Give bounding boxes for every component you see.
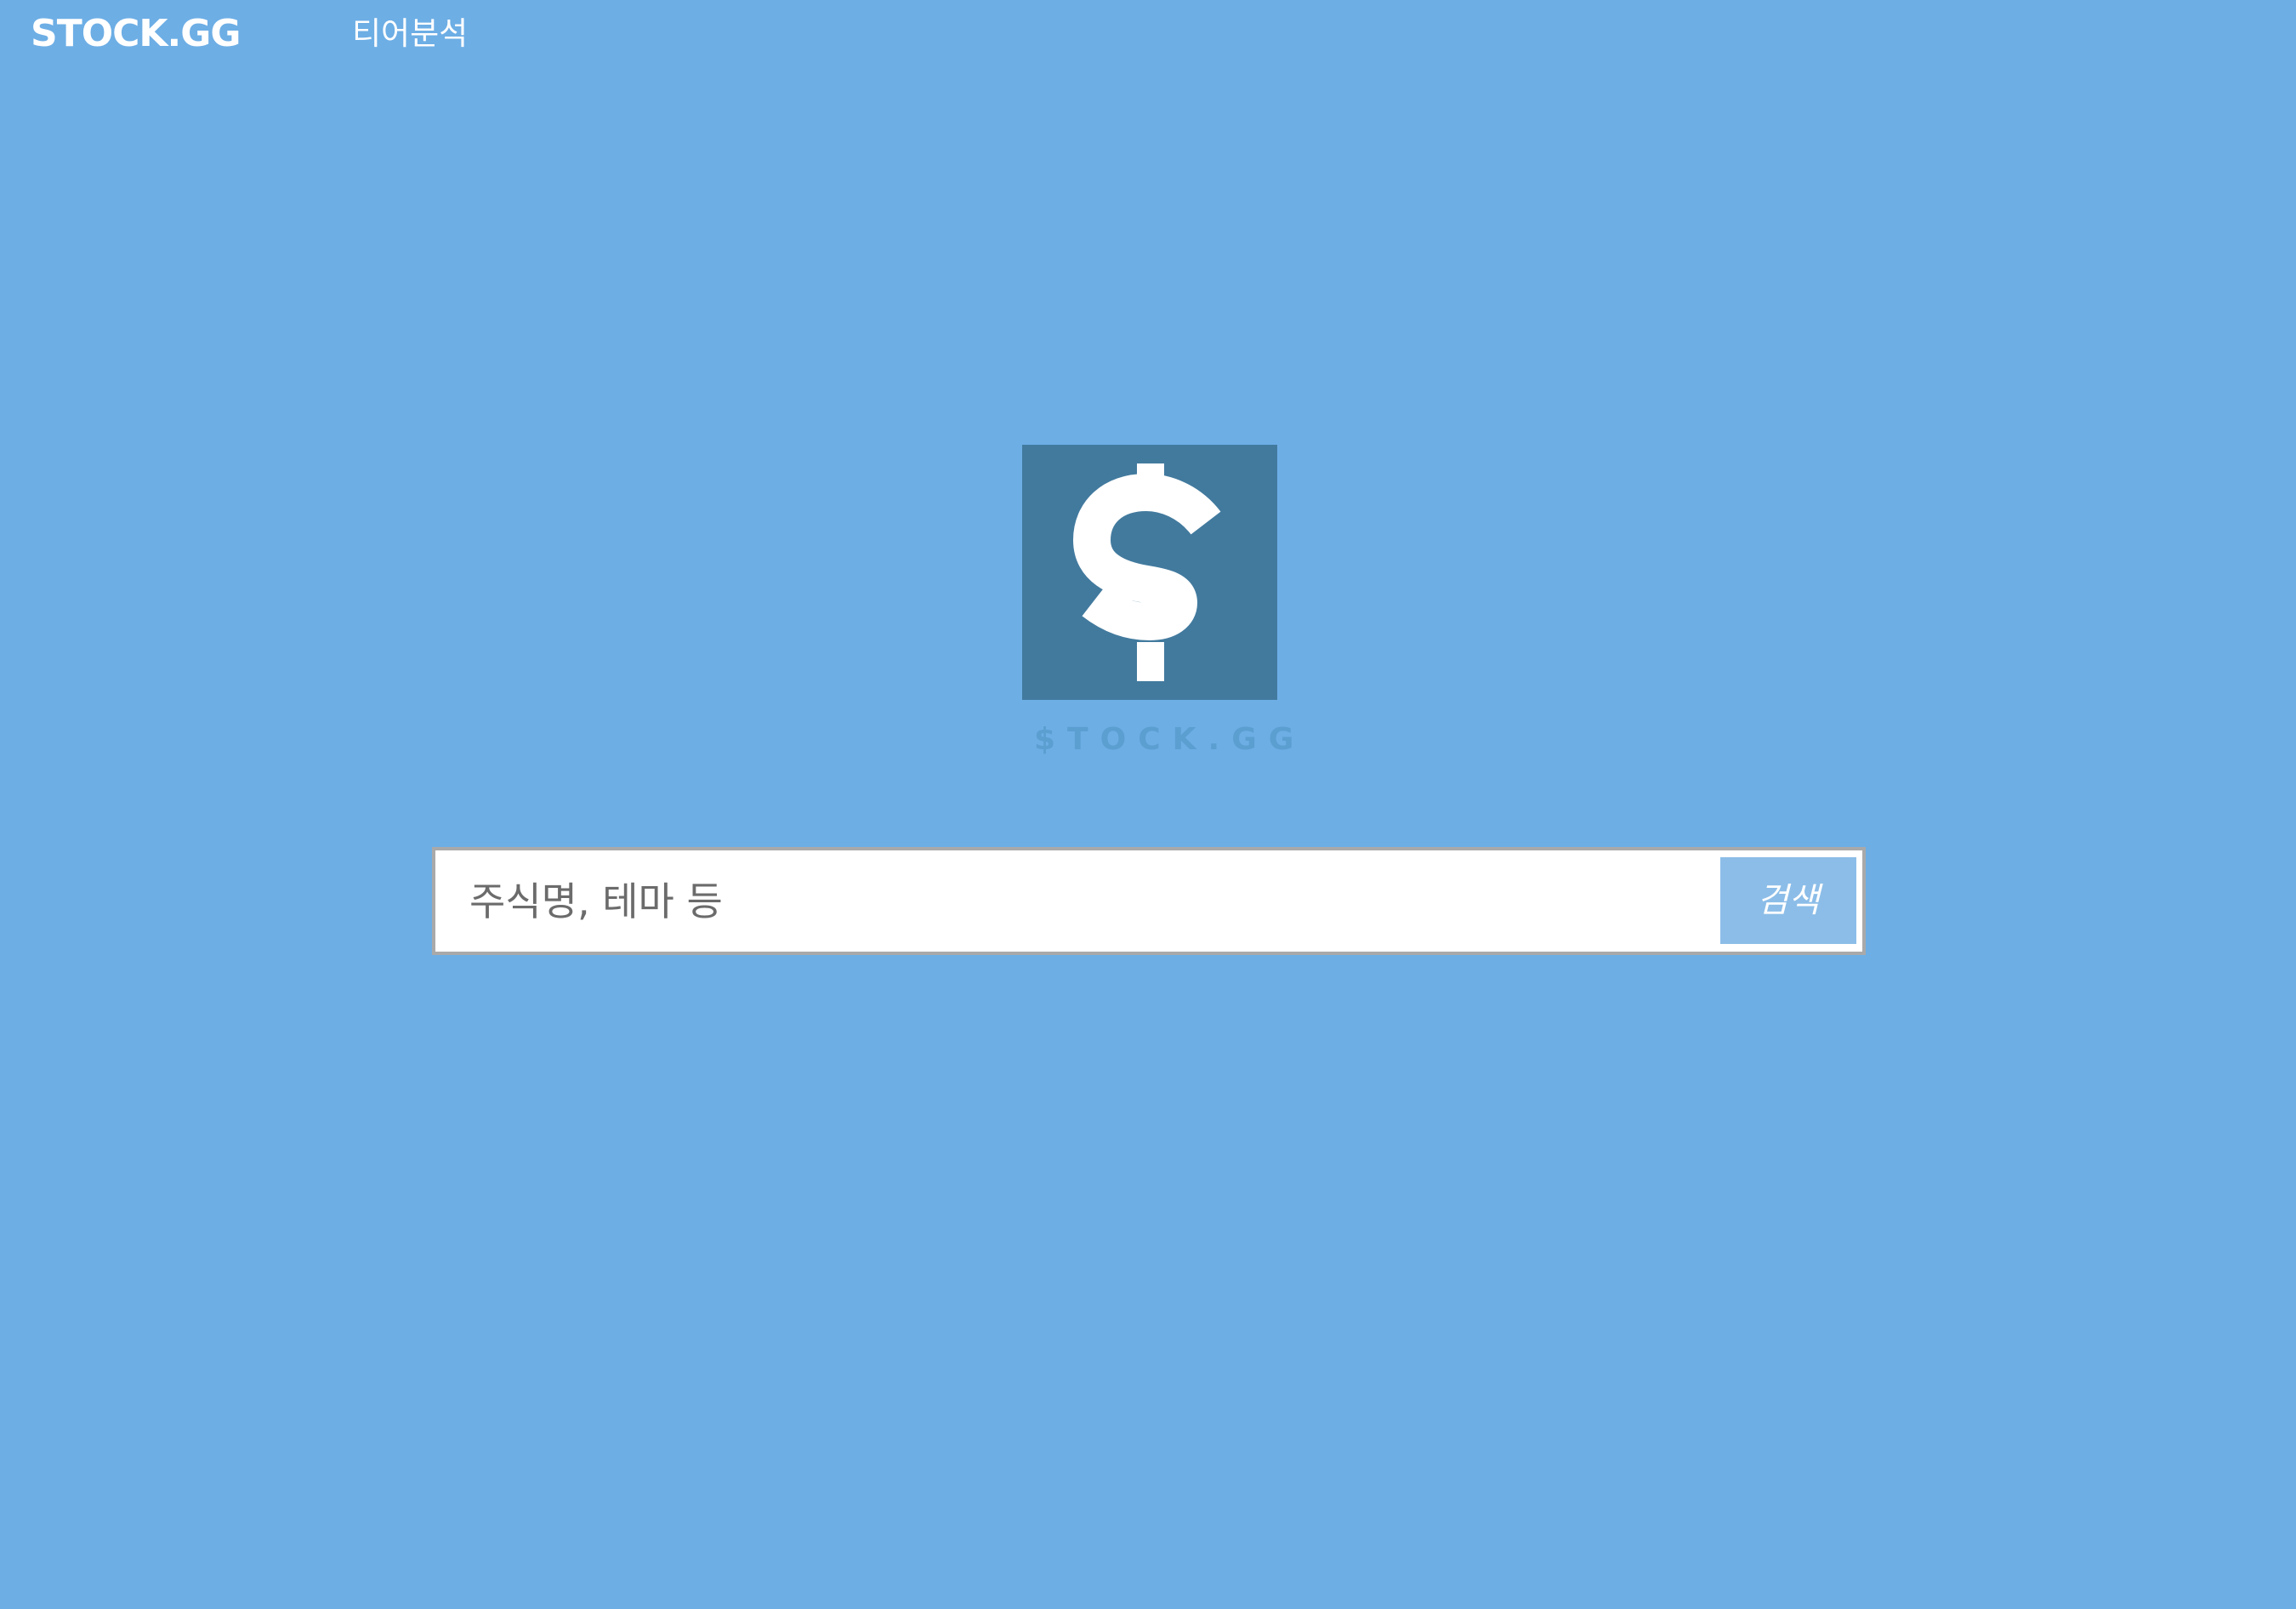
search-bar: 검색 <box>432 847 1866 955</box>
dollar-sign-stem-bottom <box>1137 642 1164 681</box>
dollar-sign-curve <box>1073 474 1221 640</box>
logo-wordmark: $TOCK.GG <box>1034 722 1306 757</box>
logo-box <box>1022 445 1277 700</box>
brand-logo-link[interactable]: STOCK.GG <box>31 12 241 56</box>
top-navigation-bar: STOCK.GG 티어분석 <box>0 0 2296 68</box>
search-button[interactable]: 검색 <box>1720 857 1856 944</box>
search-input[interactable] <box>435 850 1711 952</box>
nav-link-tier-analysis[interactable]: 티어분석 <box>352 14 468 54</box>
dollar-sign-icon <box>1073 463 1221 681</box>
page: STOCK.GG 티어분석 $TOCK.GG 검색 <box>0 0 2296 1609</box>
